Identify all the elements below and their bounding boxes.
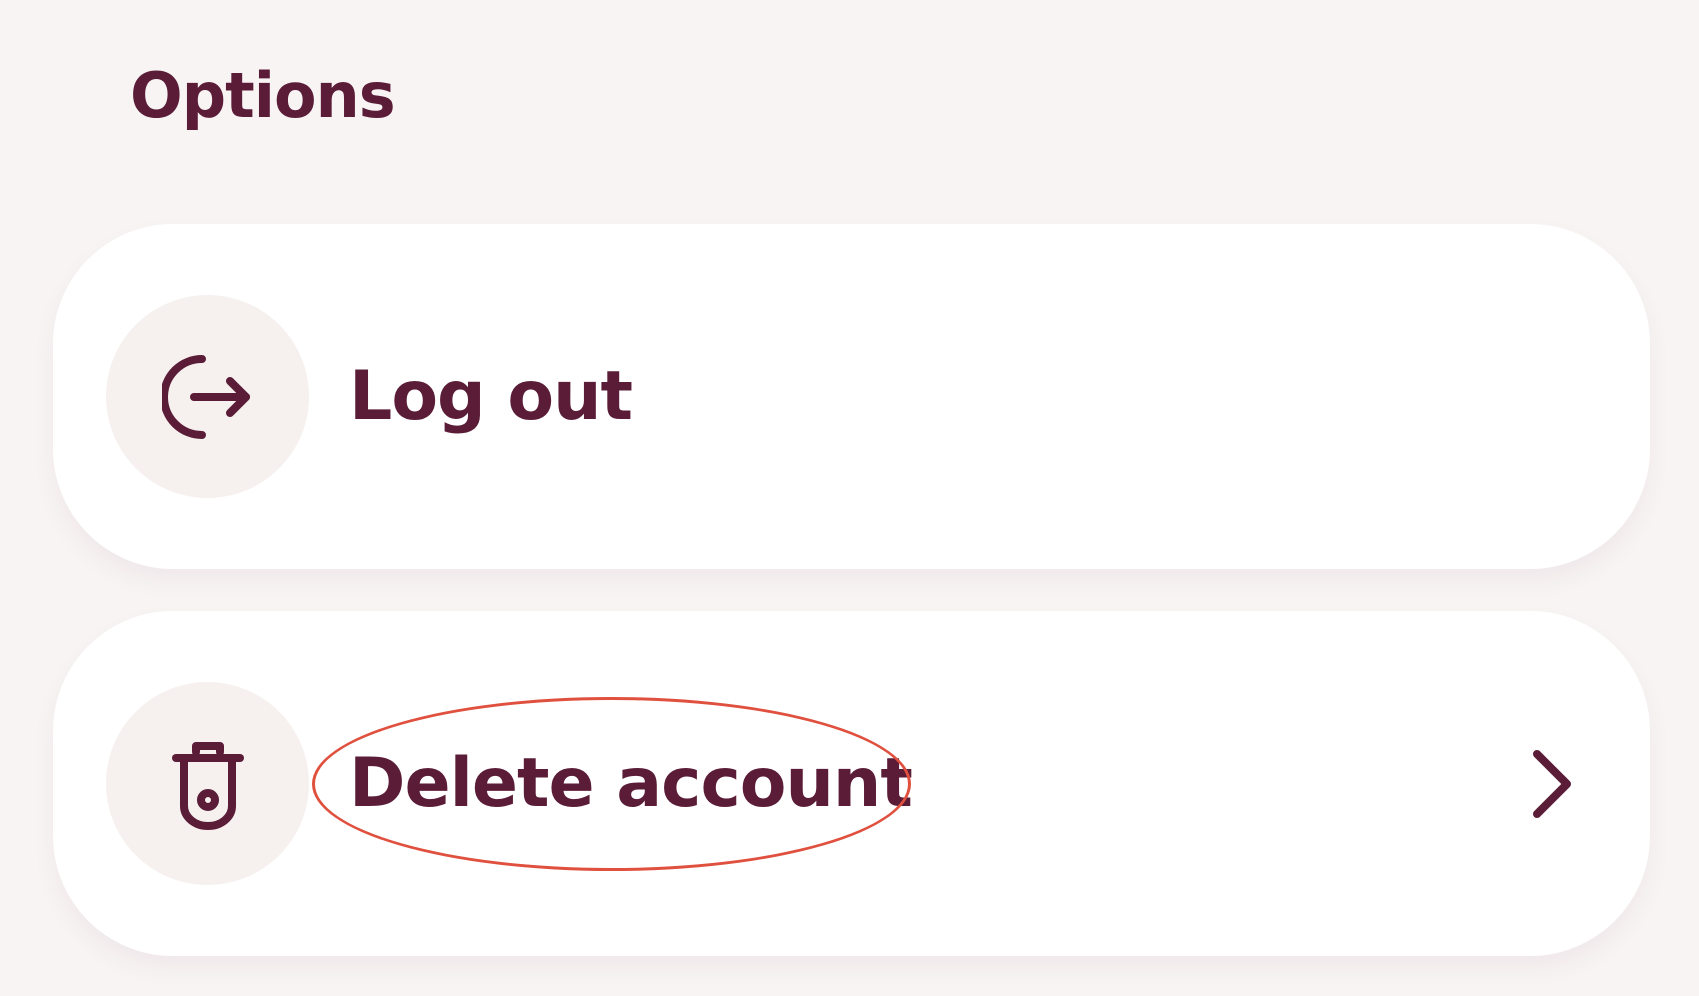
- log-out-option[interactable]: Log out: [53, 224, 1650, 569]
- log-out-label: Log out: [349, 357, 633, 436]
- delete-account-label: Delete account: [349, 744, 913, 823]
- log-out-icon-circle: [106, 295, 309, 498]
- options-title: Options: [130, 59, 396, 132]
- trash-icon: [171, 741, 244, 830]
- delete-account-icon-circle: [106, 682, 309, 885]
- delete-account-option[interactable]: Delete account: [53, 611, 1650, 956]
- chevron-right-icon: [1522, 744, 1582, 824]
- log-out-icon: [161, 354, 250, 439]
